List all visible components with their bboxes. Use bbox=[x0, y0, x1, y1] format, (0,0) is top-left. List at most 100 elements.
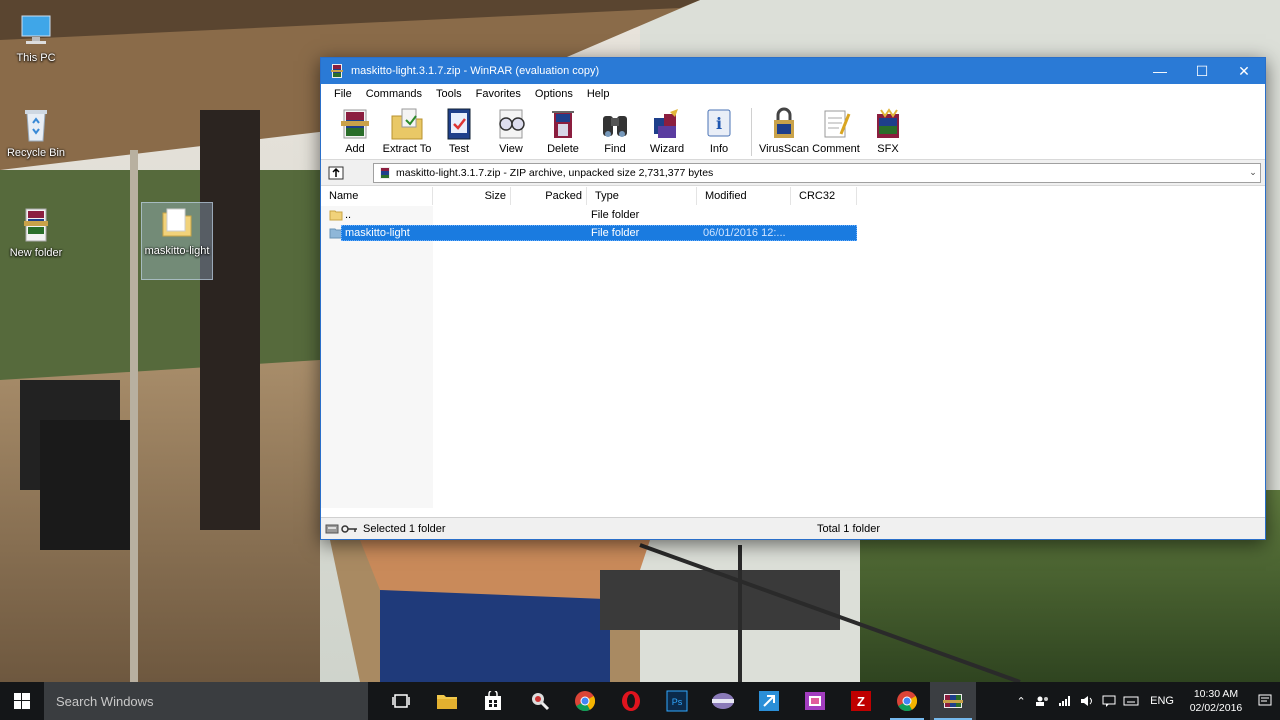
clock-date: 02/02/2016 bbox=[1189, 702, 1243, 714]
maximize-button[interactable]: ☐ bbox=[1181, 58, 1223, 84]
taskbar-chrome-2[interactable] bbox=[884, 682, 930, 720]
toolbar: Add Extract To Test View Delete Find Wiz… bbox=[321, 104, 1265, 160]
status-bar: Selected 1 folder Total 1 folder bbox=[321, 517, 1265, 539]
chrome-icon bbox=[575, 691, 596, 712]
action-center-button[interactable] bbox=[1250, 682, 1280, 720]
title-bar[interactable]: maskitto-light.3.1.7.zip - WinRAR (evalu… bbox=[321, 58, 1265, 84]
wizard-icon bbox=[654, 109, 678, 138]
purple-app-icon bbox=[805, 692, 825, 710]
menu-tools[interactable]: Tools bbox=[429, 88, 469, 100]
add-button[interactable]: Add bbox=[329, 106, 381, 155]
keyboard-icon[interactable] bbox=[1120, 682, 1142, 720]
taskbar-chrome[interactable] bbox=[562, 682, 608, 720]
desktop-icon-this-pc[interactable]: This PC bbox=[0, 10, 72, 64]
taskbar-onenote[interactable] bbox=[792, 682, 838, 720]
taskbar-remote-app[interactable] bbox=[746, 682, 792, 720]
taskbar-opera[interactable] bbox=[608, 682, 654, 720]
svg-text:i: i bbox=[716, 114, 722, 133]
chat-icon[interactable] bbox=[1098, 682, 1120, 720]
column-header-modified[interactable]: Modified bbox=[697, 187, 791, 205]
task-view-button[interactable] bbox=[378, 682, 424, 720]
column-header-name[interactable]: Name bbox=[321, 187, 433, 205]
menu-favorites[interactable]: Favorites bbox=[469, 88, 528, 100]
taskbar-store[interactable] bbox=[470, 682, 516, 720]
clock[interactable]: 10:30 AM 02/02/2016 bbox=[1182, 687, 1250, 715]
chrome-icon bbox=[897, 691, 918, 712]
opera-icon bbox=[622, 691, 640, 711]
table-row[interactable]: .. File folder bbox=[321, 206, 1265, 224]
taskbar-winrar[interactable] bbox=[930, 682, 976, 720]
store-icon bbox=[485, 691, 501, 710]
chevron-down-icon[interactable]: ⌄ bbox=[1246, 167, 1260, 178]
comment-button[interactable]: Comment bbox=[810, 106, 862, 155]
desktop-icon-label: New folder bbox=[9, 247, 63, 259]
winrar-icon bbox=[329, 63, 345, 79]
taskbar-file-explorer[interactable] bbox=[424, 682, 470, 720]
up-one-level-button[interactable] bbox=[325, 163, 347, 183]
sfx-button[interactable]: SFX bbox=[862, 106, 914, 155]
status-total: Total 1 folder bbox=[817, 522, 880, 535]
row-name: .. bbox=[345, 209, 352, 221]
delete-button[interactable]: Delete bbox=[537, 106, 589, 155]
view-button[interactable]: View bbox=[485, 106, 537, 155]
clock-time: 10:30 AM bbox=[1193, 688, 1239, 700]
people-icon[interactable] bbox=[1032, 682, 1054, 720]
disk-key-icon bbox=[325, 524, 357, 533]
taskbar-app-search[interactable] bbox=[516, 682, 562, 720]
test-button[interactable]: Test bbox=[433, 106, 485, 155]
address-bar: maskitto-light.3.1.7.zip - ZIP archive, … bbox=[321, 160, 1265, 186]
media-app-icon bbox=[712, 693, 734, 709]
taskbar-photoshop[interactable]: Ps bbox=[654, 682, 700, 720]
minimize-button[interactable]: — bbox=[1139, 58, 1181, 84]
info-button[interactable]: i Info bbox=[693, 106, 745, 155]
desktop-icon-recycle-bin[interactable]: Recycle Bin bbox=[0, 105, 72, 159]
extract-to-button[interactable]: Extract To bbox=[381, 106, 433, 155]
winrar-window: maskitto-light.3.1.7.zip - WinRAR (evalu… bbox=[320, 57, 1266, 540]
folder-icon bbox=[329, 210, 343, 221]
table-row[interactable]: maskitto-light File folder 06/01/2016 12… bbox=[321, 224, 1265, 242]
file-explorer-icon bbox=[437, 695, 457, 709]
network-icon[interactable] bbox=[1054, 682, 1076, 720]
desktop-icon-maskitto-light[interactable]: maskitto-light bbox=[141, 202, 213, 280]
column-header-type[interactable]: Type bbox=[587, 187, 697, 205]
taskbar-apps: Ps Z bbox=[378, 682, 976, 720]
desktop-icon-label: Recycle Bin bbox=[6, 147, 66, 159]
toolbar-separator bbox=[751, 108, 752, 156]
winrar-archive-icon bbox=[16, 205, 56, 245]
comment-icon bbox=[824, 110, 851, 138]
wizard-button[interactable]: Wizard bbox=[641, 106, 693, 155]
taskbar-app-disc[interactable] bbox=[700, 682, 746, 720]
taskbar-filezilla[interactable]: Z bbox=[838, 682, 884, 720]
volume-icon[interactable] bbox=[1076, 682, 1098, 720]
close-button[interactable]: ✕ bbox=[1223, 58, 1265, 84]
virusscan-icon bbox=[774, 107, 794, 138]
virusscan-button[interactable]: VirusScan bbox=[758, 106, 810, 155]
search-placeholder: Search Windows bbox=[56, 693, 154, 709]
show-hidden-icons-button[interactable]: ⌃ bbox=[1010, 682, 1032, 720]
column-headers: Name Size Packed Type Modified CRC32 bbox=[321, 186, 1265, 206]
menu-help[interactable]: Help bbox=[580, 88, 617, 100]
extract-folder-icon bbox=[391, 108, 423, 140]
column-header-size[interactable]: Size bbox=[433, 187, 511, 205]
menu-file[interactable]: File bbox=[327, 88, 359, 100]
menu-bar: File Commands Tools Favorites Options He… bbox=[321, 84, 1265, 104]
desktop-icon-label: This PC bbox=[16, 52, 56, 64]
search-box[interactable]: Search Windows bbox=[44, 682, 368, 720]
menu-commands[interactable]: Commands bbox=[359, 88, 429, 100]
row-type: File folder bbox=[591, 209, 640, 221]
start-button[interactable] bbox=[0, 682, 44, 720]
desktop-icon-new-folder[interactable]: New folder bbox=[0, 205, 72, 259]
language-indicator[interactable]: ENG bbox=[1142, 695, 1182, 707]
column-header-crc32[interactable]: CRC32 bbox=[791, 187, 857, 205]
column-header-packed[interactable]: Packed bbox=[511, 187, 587, 205]
archive-path-field[interactable]: maskitto-light.3.1.7.zip - ZIP archive, … bbox=[373, 162, 1261, 183]
computer-icon bbox=[16, 10, 56, 50]
windows-logo-icon bbox=[14, 693, 30, 709]
find-button[interactable]: Find bbox=[589, 106, 641, 155]
menu-options[interactable]: Options bbox=[528, 88, 580, 100]
file-list: Name Size Packed Type Modified CRC32 .. … bbox=[321, 186, 1265, 508]
desktop-icon-label: maskitto-light bbox=[144, 245, 210, 257]
name-column-shade bbox=[321, 206, 433, 508]
status-selection: Selected 1 folder bbox=[363, 522, 446, 535]
test-archive-icon bbox=[447, 108, 471, 140]
